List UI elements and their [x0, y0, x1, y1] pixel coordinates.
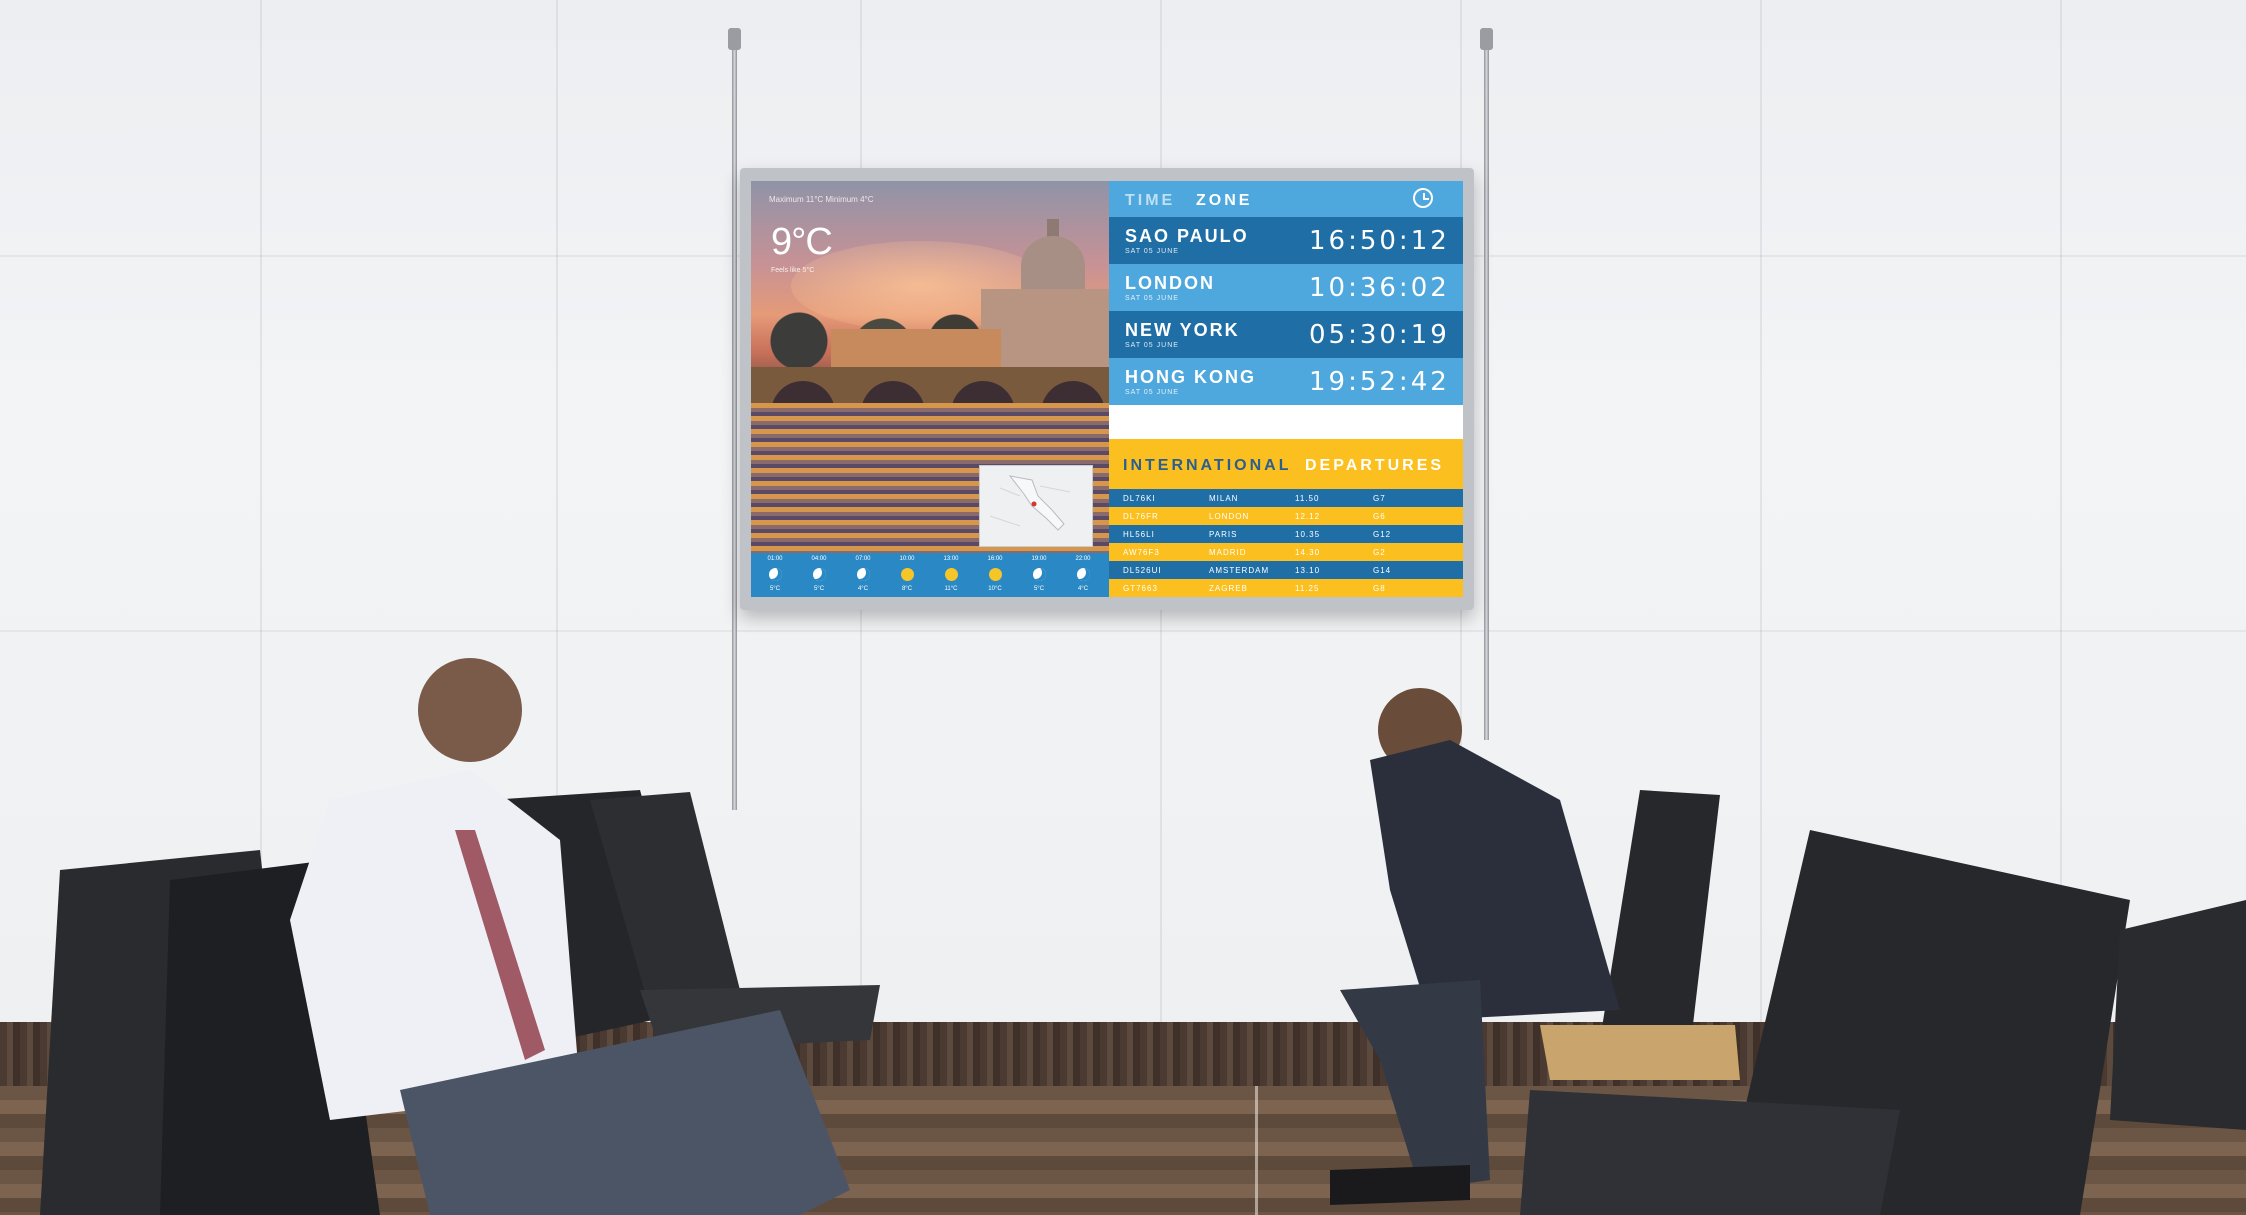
lounge-foreground: [40, 658, 2246, 1215]
airport-lounge-scene: Maximum 11°C Minimum 4°C 9°C Feels like …: [0, 0, 2246, 1215]
right-bench: [1520, 790, 2246, 1215]
